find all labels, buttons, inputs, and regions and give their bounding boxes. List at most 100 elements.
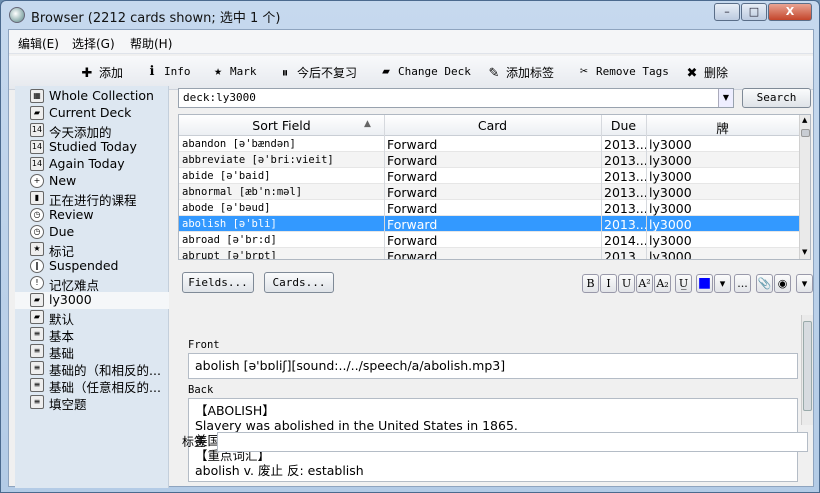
italic-button[interactable]: I	[600, 274, 617, 293]
search-input[interactable]: deck:ly3000	[178, 88, 734, 108]
table-row[interactable]: abandon [ə'bændən] Forward 2013... ly3000	[179, 136, 799, 152]
calendar-icon: 14	[30, 157, 44, 171]
sidebar-item-label: 标记	[49, 244, 75, 258]
cell-sort-field: abroad [ə'br:d]	[182, 234, 277, 246]
sidebar-item[interactable]: ≡ 填空题	[15, 394, 169, 411]
sidebar-item[interactable]: ◷ Due	[15, 224, 169, 241]
search-history-dropdown[interactable]: ▼	[718, 89, 733, 107]
cell-due: 2013...	[604, 217, 648, 232]
toolbar-delete-button[interactable]: ✖ 删除	[684, 64, 728, 84]
sidebar-item[interactable]: ▰ ly3000	[15, 292, 169, 309]
pause-icon: ‖	[30, 259, 44, 273]
minimize-button[interactable]: –	[714, 3, 740, 21]
color-menu-icon[interactable]: ▾	[714, 274, 731, 293]
cell-due: 2014...	[604, 233, 648, 248]
text-color-button[interactable]: ■	[696, 274, 713, 293]
scroll-thumb[interactable]	[801, 129, 810, 137]
subscript-button[interactable]: A₂	[654, 274, 671, 293]
table-scrollbar[interactable]: ▲ ▼	[799, 115, 810, 259]
table-row[interactable]: abode [ə'bəud] Forward 2013... ly3000	[179, 200, 799, 216]
more-button[interactable]: ...	[734, 274, 751, 293]
cell-sort-field: abbreviate [ə'bri:vieit]	[182, 154, 334, 166]
sidebar-item-label: 基础（任意相反的...	[49, 380, 161, 394]
toolbar-info-button[interactable]: ℹ Info	[144, 64, 191, 84]
column-card[interactable]: Card	[384, 118, 601, 133]
main-panel: deck:ly3000 ▼ Search Sort Field ▲ Card D…	[174, 86, 813, 488]
sidebar-item[interactable]: ◷ Review	[15, 207, 169, 224]
toolbar-label: 添加标签	[506, 66, 555, 80]
cards-button[interactable]: Cards...	[264, 272, 334, 293]
client-area: 编辑(E) 选择(G) 帮助(H) ✚ 添加 ℹ Info ★ Mark ⏸ 今后不复习 ▰ Ch…	[8, 29, 814, 488]
underline-button[interactable]: U	[618, 274, 635, 293]
front-field[interactable]: abolish [ə'bɒliʃ][sound:../../speech/a/a…	[188, 353, 798, 379]
calendar-icon: 14	[30, 123, 44, 137]
table-row[interactable]: abolish [ə'bli] Forward 2013... ly3000	[179, 216, 799, 232]
table-row[interactable]: abide [ə'baid] Forward 2013... ly3000	[179, 168, 799, 184]
sidebar-item[interactable]: ▮ 正在进行的课程	[15, 190, 169, 207]
table-row[interactable]: abrupt [ə'brpt] Forward 2013... ly3000	[179, 248, 799, 259]
scroll-up-icon[interactable]: ▲	[802, 116, 807, 124]
table-row[interactable]: abnormal [æb'n:məl] Forward 2013... ly3000	[179, 184, 799, 200]
search-button[interactable]: Search	[742, 88, 811, 108]
sidebar-item[interactable]: 14 今天添加的	[15, 122, 169, 139]
column-divider	[384, 115, 385, 259]
clock-icon: ◷	[30, 208, 44, 222]
table-row[interactable]: abbreviate [ə'bri:vieit] Forward 2013... ly…	[179, 152, 799, 168]
sidebar-item[interactable]: ! 记忆难点	[15, 275, 169, 292]
editor-scrollbar[interactable]	[801, 315, 813, 425]
table-row[interactable]: abroad [ə'br:d] Forward 2014... ly3000	[179, 232, 799, 248]
cell-deck: ly3000	[649, 185, 692, 200]
sidebar-item[interactable]: ★ 标记	[15, 241, 169, 258]
column-deck[interactable]: 牌	[646, 118, 799, 137]
cell-due: 2013...	[604, 201, 648, 216]
fields-button[interactable]: Fields...	[182, 272, 254, 293]
cell-due: 2013...	[604, 169, 648, 184]
sidebar-item[interactable]: ≡ 基础的（和相反的...	[15, 360, 169, 377]
sidebar-item-label: Again Today	[49, 156, 125, 171]
sidebar-item[interactable]: ‖ Suspended	[15, 258, 169, 275]
close-button[interactable]: X	[768, 3, 812, 21]
maximize-button[interactable]: □	[741, 3, 767, 21]
sidebar-item[interactable]: ≡ 基础	[15, 343, 169, 360]
menu-select[interactable]: 选择(G)	[72, 35, 115, 52]
sidebar-item[interactable]: ▦ Whole Collection	[15, 88, 169, 105]
info-icon: ℹ	[149, 64, 155, 79]
toolbar-label: Change Deck	[398, 65, 471, 78]
toolbar-add-button[interactable]: ✚ 添加	[79, 64, 123, 84]
superscript-button[interactable]: A²	[636, 274, 653, 293]
cell-sort-field: abnormal [æb'n:məl]	[182, 186, 303, 198]
menu-help[interactable]: 帮助(H)	[130, 35, 172, 52]
sidebar-item[interactable]: 14 Again Today	[15, 156, 169, 173]
deck-icon: ▰	[30, 310, 44, 324]
cell-due: 2013...	[604, 153, 648, 168]
back-field-line: abolish v. 废止 反: establish	[195, 463, 364, 478]
browser-window: Browser (2212 cards shown; 选中 1 个) – □ X…	[0, 0, 820, 493]
app-icon	[9, 7, 25, 23]
cell-sort-field: abide [ə'baid]	[182, 170, 271, 182]
more-menu-icon[interactable]: ▾	[796, 274, 813, 293]
sidebar-item-label: 正在进行的课程	[49, 193, 137, 207]
bold-button[interactable]: B	[582, 274, 599, 293]
sidebar-item[interactable]: ▰ Current Deck	[15, 105, 169, 122]
column-due[interactable]: Due	[601, 118, 646, 133]
toolbar-tag-remove-button[interactable]: ✂ Remove Tags	[576, 64, 669, 84]
menu-edit[interactable]: 编辑(E)	[18, 35, 59, 52]
sidebar-item[interactable]: ≡ 基础（任意相反的...	[15, 377, 169, 394]
sidebar-item-label: Suspended	[49, 258, 119, 273]
sidebar-item[interactable]: + New	[15, 173, 169, 190]
toolbar-deck-button[interactable]: ▰ Change Deck	[378, 64, 471, 84]
column-sort-field[interactable]: Sort Field	[179, 118, 384, 133]
tags-input[interactable]	[217, 432, 808, 452]
scroll-down-icon[interactable]: ▼	[802, 248, 807, 256]
sidebar-item[interactable]: ≡ 基本	[15, 326, 169, 343]
clear-format-button[interactable]: U̲	[675, 274, 692, 293]
record-icon[interactable]: ◉	[774, 274, 791, 293]
sidebar-item[interactable]: ▰ 默认	[15, 309, 169, 326]
toolbar-star-button[interactable]: ★ Mark	[210, 64, 256, 84]
attach-icon[interactable]: 📎	[756, 274, 773, 293]
toolbar-suspend-button[interactable]: ⏸ 今后不复习	[277, 64, 357, 84]
toolbar-tag-add-button[interactable]: ✎ 添加标签	[486, 64, 554, 84]
sidebar-item[interactable]: 14 Studied Today	[15, 139, 169, 156]
star-icon: ★	[30, 242, 44, 256]
editor-scroll-thumb[interactable]	[803, 321, 812, 411]
